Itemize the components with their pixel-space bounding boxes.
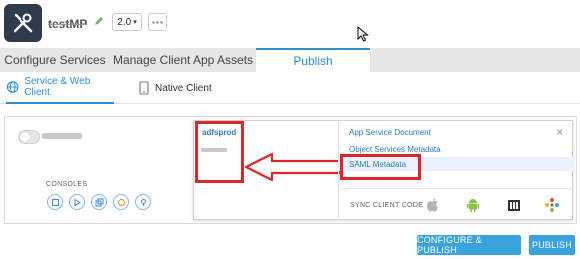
apple-icon[interactable] <box>424 196 442 214</box>
tab-label: Publish <box>293 54 333 68</box>
sub-tabs: Service & Web Client Native Client <box>0 72 580 104</box>
tab-publish[interactable]: Publish <box>256 48 370 72</box>
console-objects-icon[interactable] <box>91 194 107 210</box>
console-identity-icon[interactable] <box>47 194 63 210</box>
mouse-cursor-icon <box>357 26 369 42</box>
app-name: testMP <box>48 17 88 31</box>
tab-manage-client-app-assets[interactable]: Manage Client App Assets <box>110 48 256 72</box>
configure-publish-button[interactable]: CONFIGURE & PUBLISH <box>417 235 521 255</box>
close-icon[interactable]: × <box>556 125 563 139</box>
main-tabs: Configure Services Manage Client App Ass… <box>0 48 580 72</box>
windows-store-icon[interactable] <box>505 196 523 214</box>
version-dropdown[interactable]: 2.0 ▾ <box>112 13 142 31</box>
menu-item-object-services-metadata[interactable]: Object Services Metadata <box>349 145 441 154</box>
version-label: 2.0 <box>117 16 132 28</box>
more-options-button[interactable] <box>148 13 167 31</box>
android-icon[interactable] <box>464 196 482 214</box>
top-bar: testMP 2.0 ▾ <box>0 0 580 48</box>
sync-client-code-label: SYNC CLIENT CODE <box>350 202 424 209</box>
subtab-label: Native Client <box>155 82 212 94</box>
subtab-label: Service & Web Client <box>24 76 91 98</box>
annotation-arrow <box>244 152 342 182</box>
web-platform-icon[interactable] <box>543 196 561 214</box>
subtab-service-web-client[interactable]: Service & Web Client <box>6 72 114 104</box>
publish-button[interactable]: PUBLISH <box>529 235 575 255</box>
globe-icon <box>6 81 19 93</box>
menu-item-app-service-document[interactable]: App Service Document <box>349 128 431 137</box>
subtab-native-client[interactable]: Native Client <box>138 72 228 104</box>
console-icons <box>47 194 151 210</box>
ellipsis-icon <box>152 20 163 24</box>
redacted-service-name <box>42 133 82 139</box>
annotation-box-saml-metadata <box>340 154 421 180</box>
console-orchestration-icon[interactable] <box>113 194 129 210</box>
tab-label: Configure Services <box>4 53 106 67</box>
menu-divider <box>338 188 573 189</box>
annotation-box-environment <box>195 121 244 183</box>
console-logic-icon[interactable] <box>135 194 151 210</box>
device-icon <box>139 81 149 95</box>
tools-icon <box>13 13 33 33</box>
service-toggle[interactable] <box>18 130 40 144</box>
tab-label: Manage Client App Assets <box>112 53 254 67</box>
app-logo <box>4 4 42 42</box>
consoles-label: CONSOLES <box>46 181 88 188</box>
tab-configure-services[interactable]: Configure Services <box>0 48 110 72</box>
chevron-down-icon: ▾ <box>133 19 137 26</box>
console-integration-icon[interactable] <box>69 194 85 210</box>
pencil-icon[interactable] <box>93 15 105 27</box>
